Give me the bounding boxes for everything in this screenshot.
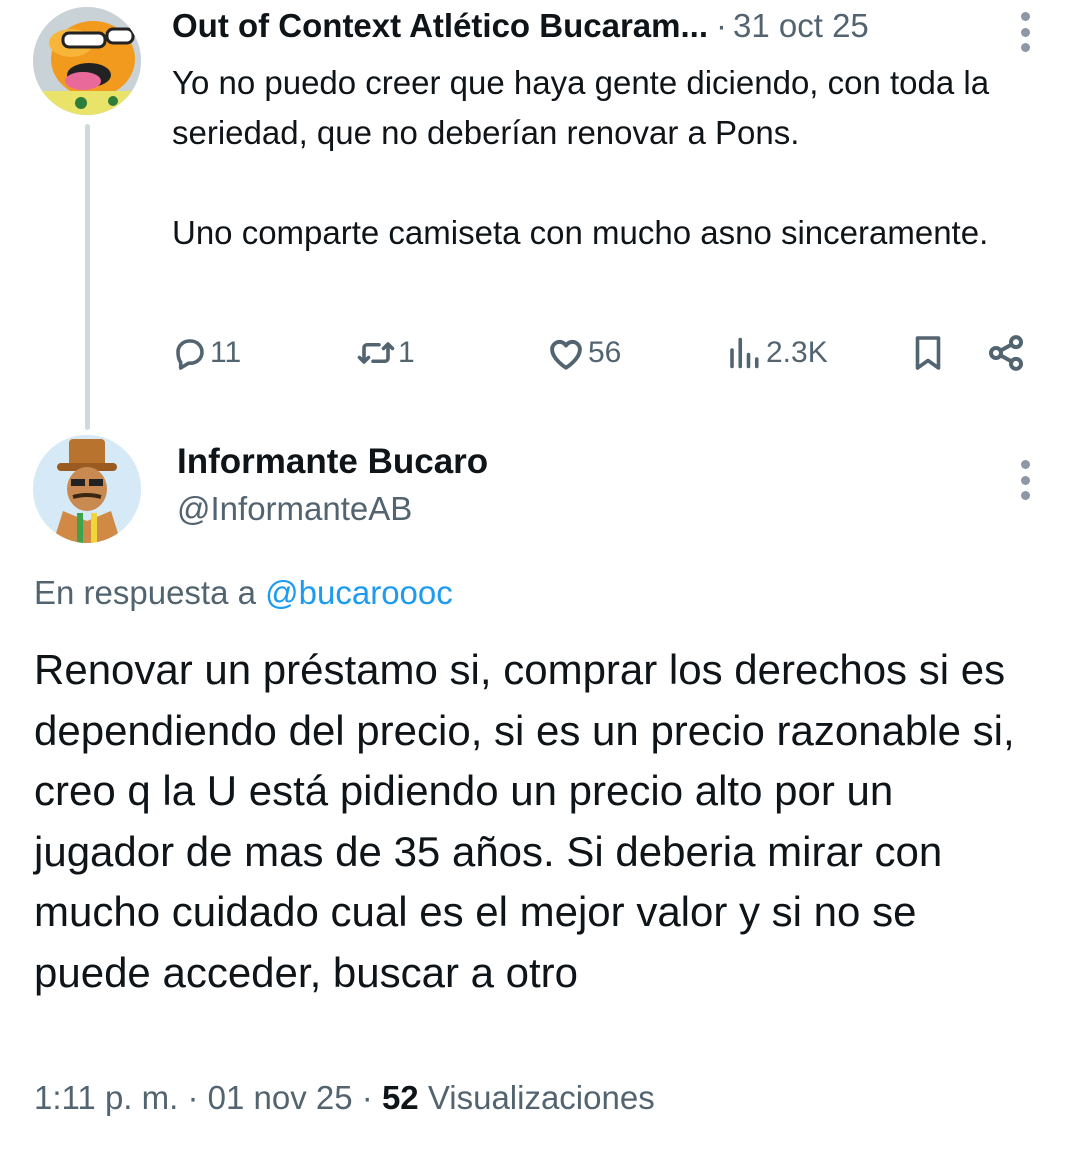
bookmark-button[interactable]: [910, 330, 946, 376]
share-icon: [989, 335, 1023, 371]
share-button[interactable]: [986, 330, 1026, 376]
reply-context: En respuesta a @bucaroooc: [34, 574, 453, 612]
views-count: 2.3K: [766, 336, 828, 369]
meta-separator: ·: [361, 1079, 373, 1116]
views-number: 52: [381, 1079, 419, 1116]
like-button[interactable]: 56: [546, 330, 621, 376]
bookmark-icon: [915, 336, 941, 370]
parent-tweet-paragraph: Uno comparte camiseta con mucho asno sin…: [172, 214, 989, 251]
reply-author-handle[interactable]: @InformanteAB: [177, 490, 412, 528]
retweet-button[interactable]: 1: [356, 330, 415, 376]
mascot-avatar-image: [33, 7, 141, 115]
parent-tweet-text: Yo no puedo creer que haya gente diciend…: [172, 58, 1032, 258]
reply-to-mention-link[interactable]: @bucaroooc: [265, 574, 453, 611]
parent-author-name[interactable]: Out of Context Atlético Bucaram...: [172, 7, 708, 45]
views-label: Visualizaciones: [427, 1079, 655, 1116]
reply-tweet-text: Renovar un préstamo si, comprar los dere…: [34, 646, 1015, 996]
parent-tweet-paragraph: Yo no puedo creer que haya gente diciend…: [172, 64, 990, 151]
meta-separator: ·: [187, 1079, 199, 1116]
reply-tweet-meta: 1:11 p. m. · 01 nov 25 · 52 Visualizacio…: [34, 1079, 655, 1117]
header-separator: ·: [716, 7, 727, 44]
retweet-count: 1: [398, 336, 415, 369]
reply-icon: [176, 339, 204, 370]
tweet-time[interactable]: 1:11 p. m.: [34, 1079, 178, 1116]
reply-author-name[interactable]: Informante Bucaro: [177, 442, 488, 482]
like-icon: [550, 339, 582, 370]
parent-tweet-header: Out of Context Atlético Bucaram... · 31 …: [172, 4, 869, 48]
views-icon: [730, 337, 759, 369]
tweet-date[interactable]: 01 nov 25: [208, 1079, 353, 1116]
reply-count: 11: [210, 336, 242, 369]
cartoon-avatar-image: [33, 435, 141, 543]
views-button[interactable]: 2.3K: [724, 330, 828, 376]
reply-author-avatar[interactable]: [33, 435, 141, 543]
thread-connector-line: [85, 124, 90, 430]
reply-button[interactable]: 11: [172, 330, 241, 376]
more-icon[interactable]: [1015, 12, 1035, 52]
parent-tweet-date[interactable]: 31 oct 25: [733, 7, 869, 45]
parent-author-avatar[interactable]: [33, 7, 141, 115]
reply-to-prefix: En respuesta a: [34, 574, 256, 611]
retweet-icon: [357, 342, 395, 364]
more-icon[interactable]: [1015, 460, 1035, 500]
like-count: 56: [588, 336, 622, 369]
